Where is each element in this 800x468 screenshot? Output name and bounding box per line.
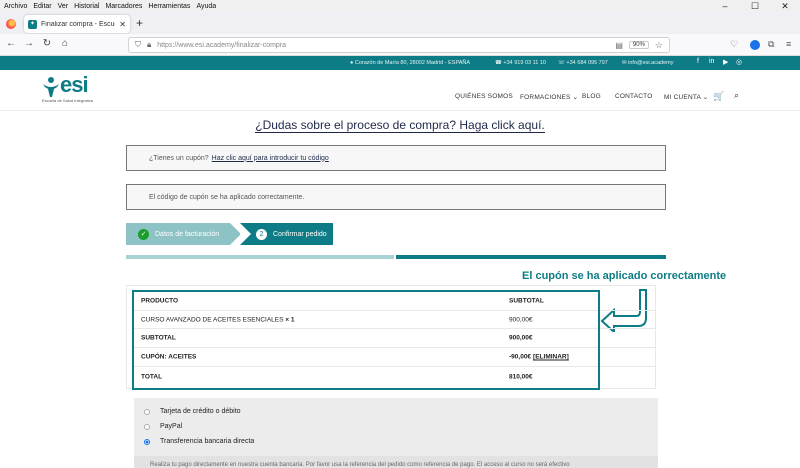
address-text: ● Corazón de María 80, 28002 Madrid - ES… [350, 60, 471, 66]
payment-transfer-label: Transferencia bancaria directa [160, 438, 255, 445]
payment-methods-box: Tarjeta de crédito o débito PayPal Trans… [134, 398, 658, 468]
nav-contacto[interactable]: CONTACTO [615, 93, 652, 100]
payment-description: Realiza tu pago directamente en nuestra … [134, 456, 658, 468]
facebook-icon[interactable]: f [697, 58, 699, 65]
esi-favicon-icon: ✦ [28, 19, 37, 29]
payment-option-transfer[interactable]: Transferencia bancaria directa [144, 438, 254, 445]
extensions-icon[interactable]: ⧉ [768, 39, 774, 50]
header-divider [0, 110, 800, 111]
tab-title: Finalizar compra - Escuela Salud [41, 20, 115, 28]
check-icon: ✓ [138, 228, 149, 240]
step-billing[interactable]: ✓ Datos de facturación [126, 223, 241, 245]
step-billing-label: Datos de facturación [155, 230, 220, 238]
window-controls: – ☐ ✕ [710, 0, 800, 12]
enter-coupon-link[interactable]: Haz clic aquí para introducir tu código [212, 155, 329, 162]
lock-icon[interactable]: 🔒︎ [147, 40, 151, 50]
annotation-text: El cupón se ha aplicado correctamente [522, 270, 727, 282]
address-bar[interactable]: ⛉ 🔒︎ https://www.esi.academy/finalizar-c… [128, 37, 670, 53]
browser-toolbar: ← → ↻ ⌂ ⛉ 🔒︎ https://www.esi.academy/fin… [0, 34, 800, 56]
forward-button[interactable]: → [22, 38, 36, 49]
coupon-applied-text: El código de cupón se ha aplicado correc… [149, 193, 305, 201]
radio-transfer[interactable] [144, 438, 150, 445]
menu-hamburger-icon[interactable]: ≡ [786, 39, 791, 49]
nav-mi-cuenta[interactable]: MI CUENTA ⌄ [664, 93, 708, 101]
phone1-text[interactable]: ☎ +34 919 03 11 10 [495, 60, 546, 66]
purchase-help-link[interactable]: ¿Dudas sobre el proceso de compra? Haga … [0, 118, 800, 133]
radio-card[interactable] [144, 408, 150, 415]
linkedin-icon[interactable]: in [709, 58, 714, 65]
menu-ayuda[interactable]: Ayuda [196, 3, 216, 10]
url-text[interactable]: https://www.esi.academy/finalizar-compra [157, 42, 615, 49]
minimize-button[interactable]: – [710, 0, 740, 12]
step-confirm[interactable]: 2 Confirmar pedido [240, 223, 333, 245]
payment-card-label: Tarjeta de crédito o débito [160, 408, 241, 415]
close-window-button[interactable]: ✕ [770, 0, 800, 12]
firefox-icon[interactable] [6, 19, 16, 29]
maximize-button[interactable]: ☐ [740, 0, 770, 12]
step-number-icon: 2 [256, 228, 267, 240]
menu-editar[interactable]: Editar [33, 3, 51, 10]
progress-bar-complete [126, 255, 394, 259]
coupon-question: ¿Tienes un cupón? [149, 154, 209, 162]
progress-bar-current [396, 255, 666, 259]
cart-icon[interactable]: 🛒 [713, 91, 724, 102]
chevron-down-icon: ⌄ [572, 94, 579, 101]
shield-icon[interactable]: ⛉ [135, 40, 141, 50]
youtube-icon[interactable]: ▶ [723, 58, 728, 66]
payment-option-card[interactable]: Tarjeta de crédito o débito [144, 408, 241, 415]
site-contact-strip: ● Corazón de María 80, 28002 Madrid - ES… [0, 56, 800, 70]
os-menubar: Archivo Editar Ver Historial Marcadores … [0, 0, 800, 12]
logo-tagline: Escuela de Salud Integrativa [42, 98, 93, 103]
menu-ver[interactable]: Ver [58, 3, 69, 10]
pocket-icon[interactable]: ♡ [730, 39, 738, 50]
menu-herramientas[interactable]: Herramientas [148, 3, 190, 10]
site-logo[interactable]: esi Escuela de Salud Integrativa [42, 72, 122, 106]
menu-archivo[interactable]: Archivo [4, 3, 27, 10]
search-icon[interactable]: ⌕ [734, 90, 739, 101]
tab-strip: ✦ Finalizar compra - Escuela Salud ✕ + [0, 12, 800, 34]
back-button[interactable]: ← [4, 38, 18, 49]
order-highlight-box [132, 290, 600, 390]
coupon-notice: ¿Tienes un cupón? Haz clic aquí para int… [126, 145, 666, 171]
logo-figure-icon [43, 77, 59, 97]
new-tab-button[interactable]: + [136, 16, 143, 30]
menu-marcadores[interactable]: Marcadores [105, 3, 142, 10]
reader-view-icon[interactable]: ▤ [615, 41, 623, 50]
nav-quienes-somos[interactable]: QUIÉNES SOMOS [455, 93, 513, 100]
chevron-down-icon: ⌄ [702, 94, 709, 101]
tab-close-icon[interactable]: ✕ [119, 20, 126, 29]
logo-text: esi [60, 72, 89, 97]
bookmark-star-icon[interactable]: ☆ [655, 40, 663, 51]
menu-historial[interactable]: Historial [74, 3, 99, 10]
browser-tab-active[interactable]: ✦ Finalizar compra - Escuela Salud ✕ [24, 15, 130, 33]
nav-formaciones[interactable]: FORMACIONES ⌄ [520, 93, 578, 101]
account-icon[interactable] [750, 40, 760, 50]
zoom-level[interactable]: 90% [628, 41, 649, 49]
nav-blog[interactable]: BLOG [582, 93, 601, 100]
phone2-text[interactable]: ☏ +34 684 095 797 [558, 60, 608, 66]
payment-option-paypal[interactable]: PayPal [144, 423, 182, 430]
payment-paypal-label: PayPal [160, 423, 183, 430]
email-text[interactable]: ✉ info@esi.academy [622, 60, 673, 66]
radio-paypal[interactable] [144, 423, 150, 430]
step-confirm-label: Confirmar pedido [273, 230, 327, 238]
home-button[interactable]: ⌂ [58, 38, 72, 49]
reload-button[interactable]: ↻ [40, 38, 54, 49]
instagram-icon[interactable]: ◎ [736, 58, 742, 66]
coupon-applied-message: El código de cupón se ha aplicado correc… [126, 184, 666, 210]
